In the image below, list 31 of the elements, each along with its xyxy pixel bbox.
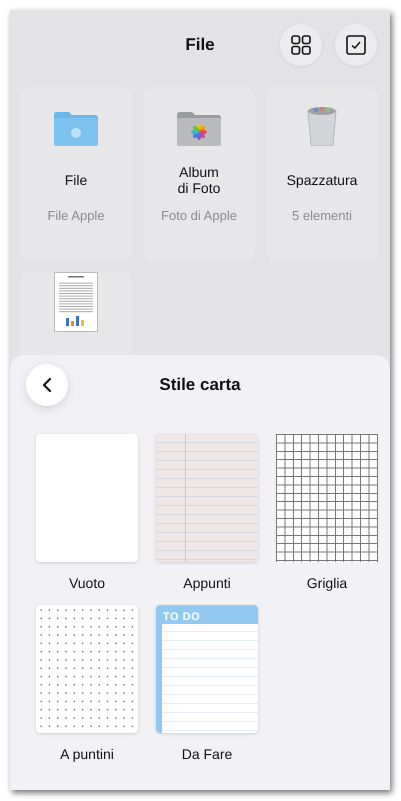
grid-view-button[interactable] — [280, 24, 322, 66]
location-card[interactable]: Album di Foto Foto di Apple — [143, 86, 255, 262]
paper-style-label: Vuoto — [68, 575, 106, 591]
location-name: Album di Foto — [178, 163, 220, 198]
chevron-left-icon — [42, 377, 52, 393]
location-name: Spazzatura — [286, 171, 358, 190]
location-card[interactable]: File File Apple — [20, 86, 132, 262]
checkbox-icon — [346, 35, 366, 55]
folder-icon — [54, 112, 98, 146]
select-button[interactable] — [335, 24, 377, 66]
paper-style-label: Appunti — [183, 575, 231, 591]
folder-icon — [177, 112, 221, 146]
back-button[interactable] — [26, 364, 68, 406]
location-subtitle: Foto di Apple — [161, 208, 237, 223]
blank-paper-thumbnail[interactable] — [36, 434, 138, 562]
paper-style-label: Griglia — [306, 575, 348, 591]
paper-style-label: Da Fare — [182, 746, 232, 762]
lined-paper-thumbnail[interactable] — [156, 434, 258, 562]
grid-paper-thumbnail[interactable] — [276, 434, 378, 562]
location-name: File — [64, 171, 88, 190]
location-card[interactable]: Spazzatura 5 elementi — [266, 86, 378, 262]
trash-can-icon — [306, 106, 338, 146]
sheet-title: Stile carta — [159, 375, 241, 395]
todo-header: TO DO — [162, 605, 258, 624]
screen-title: File — [185, 35, 215, 55]
document-thumbnail-drawing — [54, 272, 98, 332]
location-subtitle: 5 elementi — [292, 208, 352, 223]
dotted-paper-thumbnail[interactable] — [36, 605, 138, 733]
location-subtitle: File Apple — [47, 208, 105, 223]
paper-style-label: A puntini — [60, 746, 114, 762]
grid-icon — [291, 35, 311, 55]
